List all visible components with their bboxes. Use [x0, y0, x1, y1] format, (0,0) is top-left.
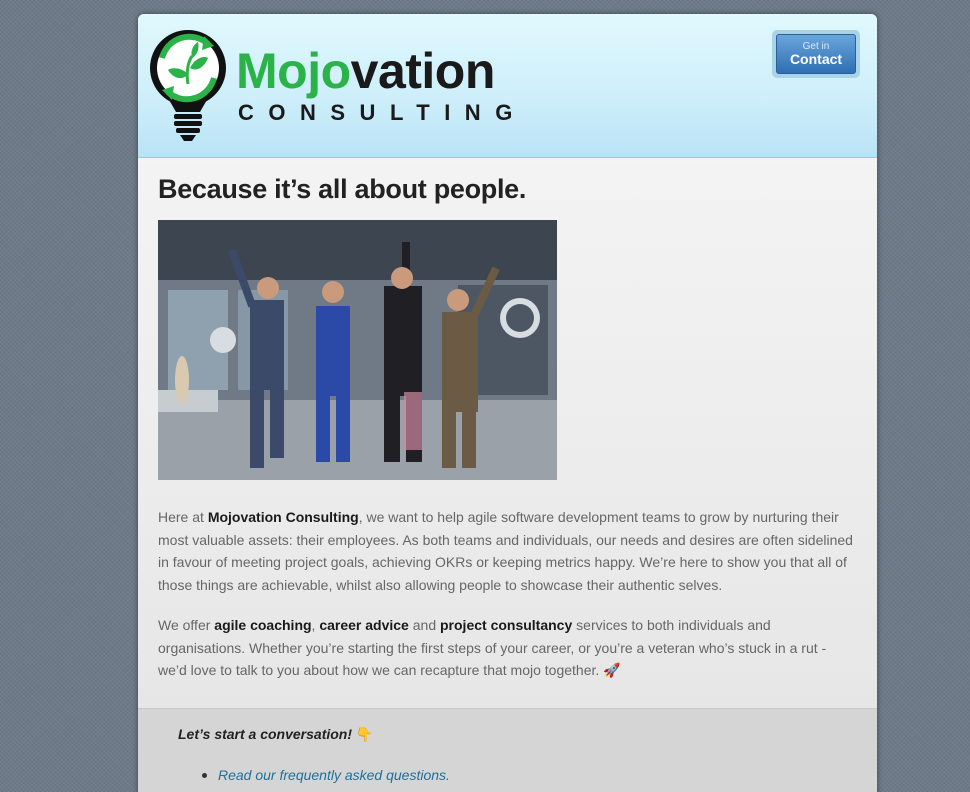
logo-word-mojo: Mojo — [236, 43, 351, 99]
page-card: Mojovation CONSULTING Get in Contact Bec… — [138, 14, 877, 792]
para2-bold-career-advice: career advice — [319, 617, 409, 633]
logo-subtitle: CONSULTING — [238, 100, 527, 125]
site-header: Mojovation CONSULTING Get in Contact — [138, 14, 877, 158]
site-logo[interactable]: Mojovation CONSULTING — [146, 22, 516, 146]
logo-word-vation: vation — [350, 43, 496, 99]
para2-bold-agile-coaching: agile coaching — [214, 617, 312, 633]
faq-link[interactable]: Read our frequently asked questions. — [218, 767, 450, 783]
conversation-heading: Let’s start a conversation! 👇 — [178, 726, 373, 743]
services-paragraph: We offer agile coaching, career advice a… — [158, 614, 858, 682]
intro-paragraph: Here at Mojovation Consulting, we want t… — [158, 506, 858, 596]
conversation-link-list: Read our frequently asked questions. — [202, 767, 450, 783]
pointing-down-icon: 👇 — [355, 726, 374, 742]
lightbulb-leaf-icon — [150, 30, 226, 141]
para1-text-1: Here at — [158, 509, 208, 525]
contact-button-label: Contact — [789, 50, 843, 67]
page-headline: Because it’s all about people. — [158, 174, 527, 204]
main-content: Because it’s all about people. Here at M… — [138, 158, 877, 682]
logo-wordmark: Mojovation — [236, 46, 495, 96]
rocket-icon: 🚀 — [603, 662, 621, 678]
para2-bold-project-consultancy: project consultancy — [440, 617, 573, 633]
list-item: Read our frequently asked questions. — [202, 767, 450, 783]
conversation-heading-text: Let’s start a conversation! — [178, 726, 353, 742]
celebration-image — [158, 220, 557, 480]
conversation-section: Let’s start a conversation! 👇 Read our f… — [138, 708, 877, 792]
para2-text-1: We offer — [158, 617, 215, 633]
para2-text-3: and — [408, 617, 440, 633]
contact-button-face[interactable]: Get in Contact — [776, 34, 856, 74]
para1-bold-company: Mojovation Consulting — [207, 509, 359, 525]
contact-button[interactable]: Get in Contact — [772, 30, 860, 78]
